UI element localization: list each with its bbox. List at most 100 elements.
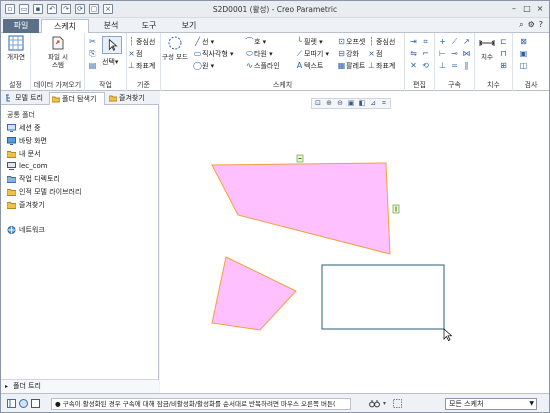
group-operations: ✂ ⎘ ▤ 선택▾ 작업 bbox=[85, 33, 127, 91]
graphics-area[interactable]: ⊡ ⊕ ⊖ ▣ ◧ ⊿ ⌗ bbox=[160, 91, 549, 393]
horizontal-constraint-icon[interactable]: ⊢ bbox=[438, 48, 447, 59]
tab-sketch[interactable]: 스케치 bbox=[41, 19, 89, 33]
sketch-centerline-button[interactable]: ┆ 중심선 bbox=[367, 36, 395, 47]
paste-icon[interactable]: ▤ bbox=[88, 60, 97, 71]
file-system-button[interactable]: 파일 시 스템 bbox=[43, 35, 73, 69]
minimize-icon[interactable]: – bbox=[509, 4, 519, 14]
offset-button[interactable]: ⊡오프셋 bbox=[337, 36, 365, 47]
corner-icon[interactable]: ⌐ bbox=[421, 48, 430, 59]
vertical-constraint-icon[interactable] bbox=[392, 204, 400, 214]
find-dropdown-icon[interactable]: ▾ bbox=[383, 400, 386, 407]
circle-button[interactable]: ◯원 ▾ bbox=[193, 60, 214, 71]
reference-icon[interactable]: ⊞ bbox=[499, 60, 508, 71]
ellipse-button[interactable]: ⬭타원 ▾ bbox=[245, 48, 273, 59]
tab-analysis[interactable]: 분석 bbox=[93, 19, 129, 33]
help-tools: ⌕ ⚙ ? bbox=[519, 20, 543, 30]
spline-button[interactable]: ∿스플라인 bbox=[245, 60, 280, 71]
thicken-button[interactable]: ⊟강화 bbox=[337, 48, 359, 59]
parallel-constraint-icon[interactable]: ∥ bbox=[462, 60, 471, 71]
rectangle-button[interactable]: ▭직사각형 ▾ bbox=[193, 48, 234, 59]
symmetric-constraint-icon[interactable]: ⋈ bbox=[462, 48, 471, 59]
fillet-button[interactable]: ╰ 필렛 ▾ bbox=[295, 36, 323, 47]
selection-filter-select[interactable]: 모든 스케처 ▼ bbox=[445, 398, 537, 410]
highlight-open-ends-icon[interactable]: ◫ bbox=[519, 60, 528, 71]
text-button[interactable]: A 텍스트 bbox=[295, 60, 324, 71]
group-label-operations: 작업 bbox=[99, 81, 112, 89]
folder-tree-toggle[interactable]: ▸ 폴더 트리 bbox=[1, 379, 159, 393]
working-directory-icon bbox=[7, 176, 16, 184]
tab-file[interactable]: 파일 bbox=[3, 19, 39, 33]
perpendicular-constraint-icon[interactable]: ⊥ bbox=[438, 60, 447, 71]
shade-closed-loops-icon[interactable]: ▣ bbox=[519, 48, 528, 59]
delete-segment-icon[interactable]: ⌗ bbox=[421, 36, 430, 47]
maximize-icon[interactable]: □ bbox=[522, 4, 532, 14]
group-editing: ⇥ ⇋ ✕ ⌗ ⌐ ⟲ 편집 bbox=[405, 33, 435, 91]
sketch-csys-button[interactable]: ⊥좌표계 bbox=[367, 60, 395, 71]
datum-csys-button[interactable]: ⊥좌표계 bbox=[127, 60, 155, 71]
equal-constraint-icon[interactable]: = bbox=[450, 60, 459, 71]
datum-centerline-button[interactable]: ┆ 중심선 bbox=[127, 36, 155, 47]
browser-toggle-icon[interactable] bbox=[19, 399, 28, 408]
dimension-button[interactable]: 치수 bbox=[477, 35, 497, 61]
vertical-constraint-icon[interactable]: + bbox=[438, 36, 447, 47]
sketch-geometry bbox=[211, 154, 453, 341]
select-button[interactable]: 선택▾ bbox=[102, 57, 118, 68]
folder-working-directory[interactable]: 작업 디렉토리 bbox=[7, 173, 81, 186]
copy-icon[interactable]: ⎘ bbox=[88, 48, 97, 59]
rotate-resize-icon[interactable]: ⟲ bbox=[421, 60, 430, 71]
settings-icon[interactable]: ⚙ bbox=[528, 20, 535, 30]
horizontal-constraint-icon[interactable] bbox=[296, 154, 304, 163]
tab-model-tree[interactable]: 모델 트리 bbox=[3, 92, 49, 105]
perimeter-icon[interactable]: ⊏ bbox=[499, 36, 508, 47]
palette-button[interactable]: ▦팔레트 bbox=[337, 60, 366, 71]
tab-view[interactable]: 보기 bbox=[171, 19, 207, 33]
folder-in-session[interactable]: 세션 중 bbox=[7, 122, 81, 135]
folder-my-documents[interactable]: 내 문서 bbox=[7, 148, 81, 161]
arc-button[interactable]: ⌒호 ▾ bbox=[245, 36, 267, 47]
fullscreen-icon[interactable] bbox=[31, 399, 40, 408]
folder-network[interactable]: 네트워크 bbox=[7, 224, 45, 236]
tangent-constraint-icon[interactable]: ⟋ bbox=[450, 36, 459, 47]
divide-icon[interactable]: ✕ bbox=[409, 60, 418, 71]
sketch-shape-quadrilateral[interactable] bbox=[211, 162, 391, 255]
chamfer-button[interactable]: ⟋ 모따기 ▾ bbox=[295, 48, 329, 59]
status-bar: ● 구속이 활성화된 경우 구속에 대해 잠금/비활성화/활성화를 순서대로 반… bbox=[1, 393, 549, 412]
select-icon[interactable] bbox=[102, 36, 122, 54]
folder-lec-com[interactable]: lec_com bbox=[7, 160, 81, 173]
folder-desktop[interactable]: 바탕 화면 bbox=[7, 135, 81, 148]
search-help-icon[interactable]: ⌕ bbox=[519, 20, 523, 30]
folder-favorites[interactable]: 즐겨찾기 bbox=[7, 199, 81, 212]
midpoint-constraint-icon[interactable]: ↗ bbox=[462, 36, 471, 47]
group-label-data: 데이터 가져오기 bbox=[33, 81, 82, 89]
group-constrain: + ⟋ ↗ ⊢ ⊸ ⋈ ⊥ = ∥ 구속 bbox=[435, 33, 475, 91]
select-filter-icon[interactable] bbox=[393, 399, 402, 408]
tab-favorites[interactable]: 즐겨찾기 bbox=[107, 92, 157, 105]
group-label-datum: 기준 bbox=[137, 81, 150, 89]
cut-icon[interactable]: ✂ bbox=[88, 36, 97, 47]
title-bar: ▫ ▭ ▪ ↶ ↷ ⟳ ▢ × S2D0001 (활성) - Creo Para… bbox=[1, 1, 549, 18]
sketch-rectangle[interactable] bbox=[321, 264, 445, 330]
group-label-sketching: 스케치 bbox=[272, 81, 293, 89]
mouse-cursor-icon bbox=[443, 328, 453, 341]
overlapping-geometry-icon[interactable]: ⊠ bbox=[519, 36, 528, 47]
binoculars-icon[interactable] bbox=[369, 399, 380, 408]
mirror-icon[interactable]: ⇋ bbox=[409, 48, 418, 59]
coincident-constraint-icon[interactable]: ⊸ bbox=[450, 48, 459, 59]
sketch-setup-button[interactable]: 개자연 bbox=[1, 35, 31, 61]
tab-folder-browser[interactable]: 폴더 탐색기 bbox=[49, 92, 105, 105]
documents-folder-icon bbox=[7, 150, 16, 158]
tab-tools[interactable]: 도구 bbox=[131, 19, 167, 33]
help-icon[interactable]: ? bbox=[539, 20, 543, 30]
modify-icon[interactable]: ⇥ bbox=[409, 36, 418, 47]
line-button[interactable]: ╱ 선 ▾ bbox=[193, 36, 214, 47]
navigator-toggle-icon[interactable] bbox=[7, 399, 16, 408]
datum-point-button[interactable]: ×점 bbox=[127, 48, 142, 59]
construction-mode-button[interactable]: 구성 모드 bbox=[161, 35, 189, 61]
baseline-icon[interactable]: ⊓ bbox=[499, 48, 508, 59]
group-label-editing: 편집 bbox=[413, 81, 426, 89]
group-label-constrain: 구속 bbox=[448, 81, 461, 89]
close-icon[interactable]: × bbox=[535, 4, 545, 14]
sketch-point-button[interactable]: ×점 bbox=[367, 48, 382, 59]
sketch-shape-pentagon[interactable] bbox=[211, 256, 297, 331]
folder-manikin-library[interactable]: 인적 모델 라이브러리 bbox=[7, 186, 81, 199]
